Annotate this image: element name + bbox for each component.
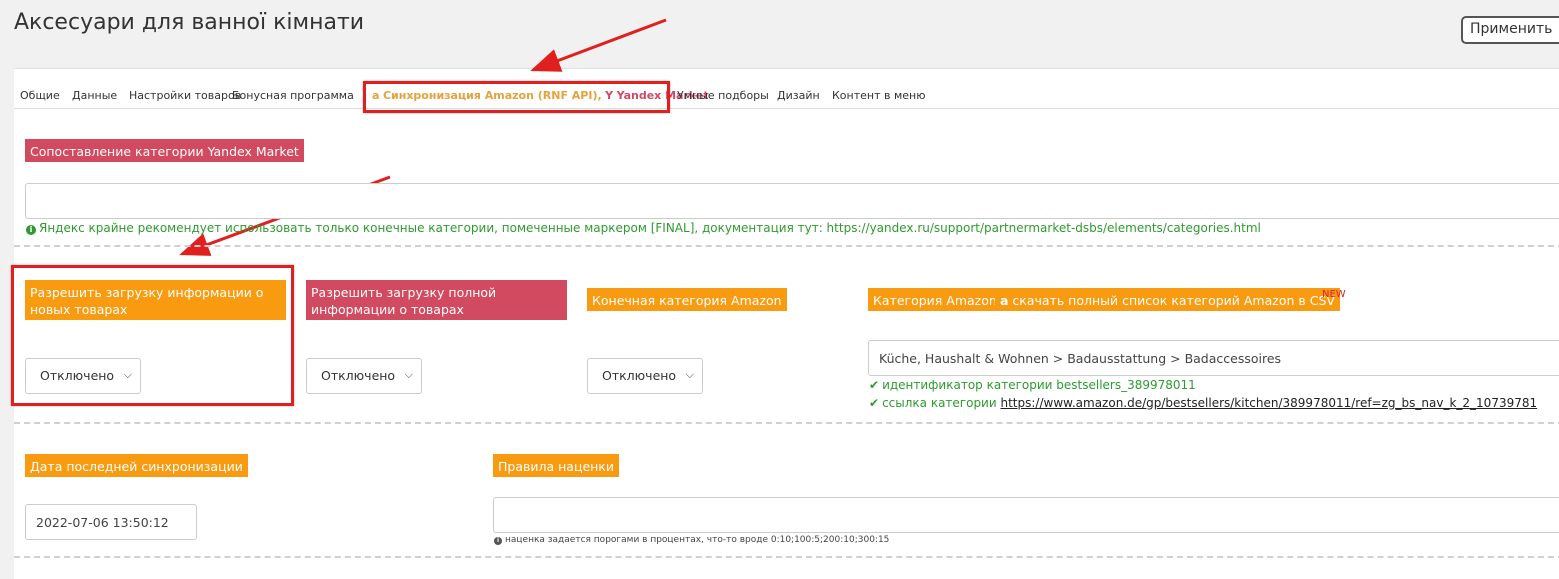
amazon-icon: a bbox=[1000, 293, 1009, 308]
new-items-label: Разрешить загрузку информации о новых то… bbox=[25, 280, 286, 320]
amazon-category-label: Категория Amazon bbox=[868, 288, 1002, 311]
last-sync-label: Дата последней синхронизации bbox=[25, 454, 248, 477]
new-badge: NEW bbox=[1322, 289, 1346, 300]
chevron-down-icon: ⌵ bbox=[123, 368, 132, 381]
category-id-line: ✔ идентификатор категории bestsellers_389… bbox=[869, 378, 1196, 392]
chevron-down-icon: ⌵ bbox=[404, 368, 413, 381]
info-icon: i bbox=[26, 225, 36, 235]
chevron-down-icon: ⌵ bbox=[685, 368, 694, 381]
markup-rules-input[interactable] bbox=[493, 497, 1559, 533]
section-divider bbox=[14, 422, 1559, 424]
last-sync-input[interactable]: 2022-07-06 13:50:12 bbox=[25, 504, 197, 540]
final-category-label: Конечная категория Amazon bbox=[587, 288, 787, 311]
check-icon: ✔ bbox=[869, 396, 880, 410]
markup-rules-label: Правила наценки bbox=[493, 454, 619, 477]
yandex-category-input[interactable] bbox=[25, 183, 1559, 219]
download-categories-button[interactable]: a скачать полный список категорий Amazon… bbox=[995, 288, 1340, 311]
full-info-label: Разрешить загрузку полной информации о т… bbox=[306, 280, 567, 320]
full-info-select[interactable]: Отключено ⌵ bbox=[306, 358, 422, 394]
new-items-select[interactable]: Отключено ⌵ bbox=[25, 358, 141, 394]
amazon-category-input[interactable]: Küche, Haushalt & Wohnen > Badausstattun… bbox=[868, 340, 1559, 376]
yandex-help: i Яндекс крайне рекомендует использовать … bbox=[26, 221, 1261, 235]
yandex-category-label: Сопоставление категории Yandex Market bbox=[25, 139, 304, 162]
final-category-select[interactable]: Отключено ⌵ bbox=[587, 358, 703, 394]
check-icon: ✔ bbox=[869, 378, 880, 392]
section-divider bbox=[14, 556, 1559, 558]
section-divider bbox=[14, 245, 1559, 247]
category-link-line: ✔ ссылка категории https://www.amazon.de/… bbox=[869, 396, 1538, 410]
info-icon: i bbox=[494, 537, 502, 545]
arrow-to-tab bbox=[530, 18, 667, 72]
category-link[interactable]: https://www.amazon.de/gp/bestsellers/kit… bbox=[1000, 396, 1537, 410]
markup-help: i наценка задается порогами в процентах, … bbox=[494, 535, 889, 545]
